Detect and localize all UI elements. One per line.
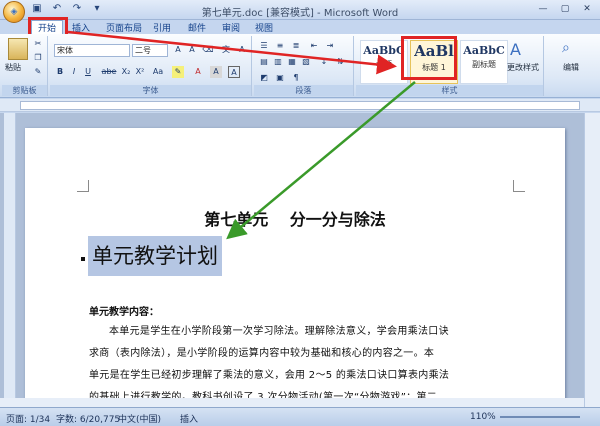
multilevel-list-icon[interactable]: ≣ <box>290 40 302 52</box>
font-name-combo[interactable]: 宋体 <box>54 44 130 57</box>
font-group: 宋体 二号 A A ⌫ 文 A B I U abe X₂ X² Aa ✎ A A… <box>50 36 252 96</box>
show-marks-icon[interactable]: ¶ <box>290 72 302 84</box>
office-logo-icon: ◈ <box>10 7 18 17</box>
tab-review[interactable]: 审阅 <box>222 21 240 34</box>
increase-indent-icon[interactable]: ⇥ <box>324 40 336 52</box>
status-insert-mode[interactable]: 插入 <box>180 412 198 425</box>
tab-insert[interactable]: 插入 <box>72 21 90 34</box>
char-shading-button[interactable]: A <box>210 66 222 78</box>
subscript-button[interactable]: X₂ <box>120 66 132 78</box>
status-bar: 页面: 1/34 字数: 6/20,775 中文(中国) 插入 110% <box>0 407 600 426</box>
char-border-icon[interactable]: A <box>236 44 248 56</box>
font-group-label: 字体 <box>50 85 251 96</box>
styles-group-label: 样式 <box>356 85 543 96</box>
style-subtitle-label: 副标题 <box>472 60 496 69</box>
paragraph-group-label: 段落 <box>254 85 353 96</box>
italic-button[interactable]: I <box>68 66 80 78</box>
editing-group: ⌕ 编辑 <box>546 36 596 96</box>
document-area: 第七单元 分一分与除法 单元教学计划 单元教学内容： 本单元是学生在小学阶段第一… <box>0 113 584 407</box>
horizontal-scrollbar[interactable] <box>0 398 584 407</box>
section-label[interactable]: 单元教学内容： <box>89 303 159 318</box>
clipboard-group: 粘贴 ✂ ❐ ✎ 剪贴板 <box>2 36 48 96</box>
paragraph-group: ☰ ≡ ≣ ⇤ ⇥ ▤ ▥ ▦ ▧ ↕ ⇅ ◩ ▣ ¶ 段落 <box>254 36 354 96</box>
editing-button[interactable]: 编辑 <box>552 62 590 73</box>
document-page[interactable]: 第七单元 分一分与除法 单元教学计划 单元教学内容： 本单元是学生在小学阶段第一… <box>25 128 565 407</box>
paragraph-line-2[interactable]: 求商（表内除法），是小学阶段的运算内容中较为基础和核心的内容之一。本 <box>89 343 509 365</box>
margin-corner-tl <box>77 180 89 192</box>
superscript-button[interactable]: X² <box>134 66 146 78</box>
ribbon: 粘贴 ✂ ❐ ✎ 剪贴板 宋体 二号 A A ⌫ 文 A B I U abe X… <box>0 34 600 98</box>
align-right-icon[interactable]: ▦ <box>286 56 298 68</box>
justify-icon[interactable]: ▧ <box>300 56 312 68</box>
align-left-icon[interactable]: ▤ <box>258 56 270 68</box>
binoculars-icon[interactable]: ⌕ <box>562 40 570 56</box>
window-controls: — ▢ ✕ <box>532 1 598 17</box>
font-size-combo[interactable]: 二号 <box>132 44 168 57</box>
bullets-icon[interactable]: ☰ <box>258 40 270 52</box>
change-styles-label[interactable]: 更改样式 <box>504 62 542 73</box>
paragraph-line-1[interactable]: 本单元是学生在小学阶段第一次学习除法。理解除法意义，学会用乘法口诀 <box>89 321 509 343</box>
status-page[interactable]: 页面: 1/34 <box>6 412 50 425</box>
clipboard-group-label: 剪贴板 <box>2 85 47 96</box>
enclose-char-button[interactable]: A <box>228 66 240 78</box>
ruler-track[interactable] <box>20 101 580 110</box>
tab-mailings[interactable]: 邮件 <box>188 21 206 34</box>
highlight-color-icon[interactable]: ✎ <box>172 66 184 78</box>
vertical-ruler <box>4 113 16 407</box>
heading-bullet <box>81 257 85 261</box>
status-word-count[interactable]: 字数: 6/20,775 <box>56 412 120 425</box>
zoom-slider[interactable] <box>500 416 580 418</box>
heading1-highlight-box <box>401 36 457 80</box>
align-center-icon[interactable]: ▥ <box>272 56 284 68</box>
change-case-button[interactable]: Aa <box>150 66 166 78</box>
title-bar: ◈ ▣ ↶ ↷ ▾ 第七单元.doc [兼容模式] - Microsoft Wo… <box>0 0 600 23</box>
margin-corner-tr <box>513 180 525 192</box>
line-spacing-icon[interactable]: ↕ <box>318 56 330 68</box>
grow-font-icon[interactable]: A <box>172 44 184 56</box>
copy-icon[interactable]: ❐ <box>32 52 44 64</box>
selected-heading[interactable]: 单元教学计划 <box>88 236 222 276</box>
zoom-level[interactable]: 110% <box>470 412 496 422</box>
change-styles-icon[interactable]: A <box>510 40 521 59</box>
ribbon-tabs: 开始 插入 页面布局 引用 邮件 审阅 视图 <box>0 20 600 34</box>
style-subtitle[interactable]: AaBbC 副标题 <box>460 40 508 84</box>
strikethrough-button[interactable]: abe <box>100 66 118 78</box>
document-title[interactable]: 第七单元 分一分与除法 <box>25 206 565 230</box>
font-color-button[interactable]: A <box>192 66 204 78</box>
paste-icon[interactable] <box>8 38 28 60</box>
sort-icon[interactable]: ⇅ <box>334 56 346 68</box>
decrease-indent-icon[interactable]: ⇤ <box>308 40 320 52</box>
minimize-icon[interactable]: — <box>532 1 554 17</box>
shading-icon[interactable]: ◩ <box>258 72 270 84</box>
close-icon[interactable]: ✕ <box>576 1 598 17</box>
borders-icon[interactable]: ▣ <box>274 72 286 84</box>
maximize-icon[interactable]: ▢ <box>554 1 576 17</box>
window-title: 第七单元.doc [兼容模式] - Microsoft Word <box>201 8 399 19</box>
tab-page-layout[interactable]: 页面布局 <box>106 21 142 34</box>
numbering-icon[interactable]: ≡ <box>274 40 286 52</box>
status-language[interactable]: 中文(中国) <box>118 412 161 425</box>
cut-icon[interactable]: ✂ <box>32 38 44 50</box>
clear-format-icon[interactable]: ⌫ <box>202 44 214 56</box>
style-subtitle-sample: AaBbC <box>463 44 505 57</box>
bold-button[interactable]: B <box>54 66 66 78</box>
office-button[interactable]: ◈ <box>3 1 25 23</box>
paragraph-line-3[interactable]: 单元是在学生已经初步理解了乘法的意义，会用 2～5 的乘法口诀口算表内乘法 <box>89 365 509 387</box>
tab-references[interactable]: 引用 <box>153 21 171 34</box>
vertical-scrollbar[interactable] <box>584 113 600 407</box>
phonetic-guide-icon[interactable]: 文 <box>220 44 232 56</box>
paste-button-label[interactable]: 粘贴 <box>5 62 21 73</box>
underline-button[interactable]: U <box>82 66 94 78</box>
horizontal-ruler <box>0 99 600 112</box>
shrink-font-icon[interactable]: A <box>186 44 198 56</box>
format-painter-icon[interactable]: ✎ <box>32 66 44 78</box>
tab-view[interactable]: 视图 <box>255 21 273 34</box>
